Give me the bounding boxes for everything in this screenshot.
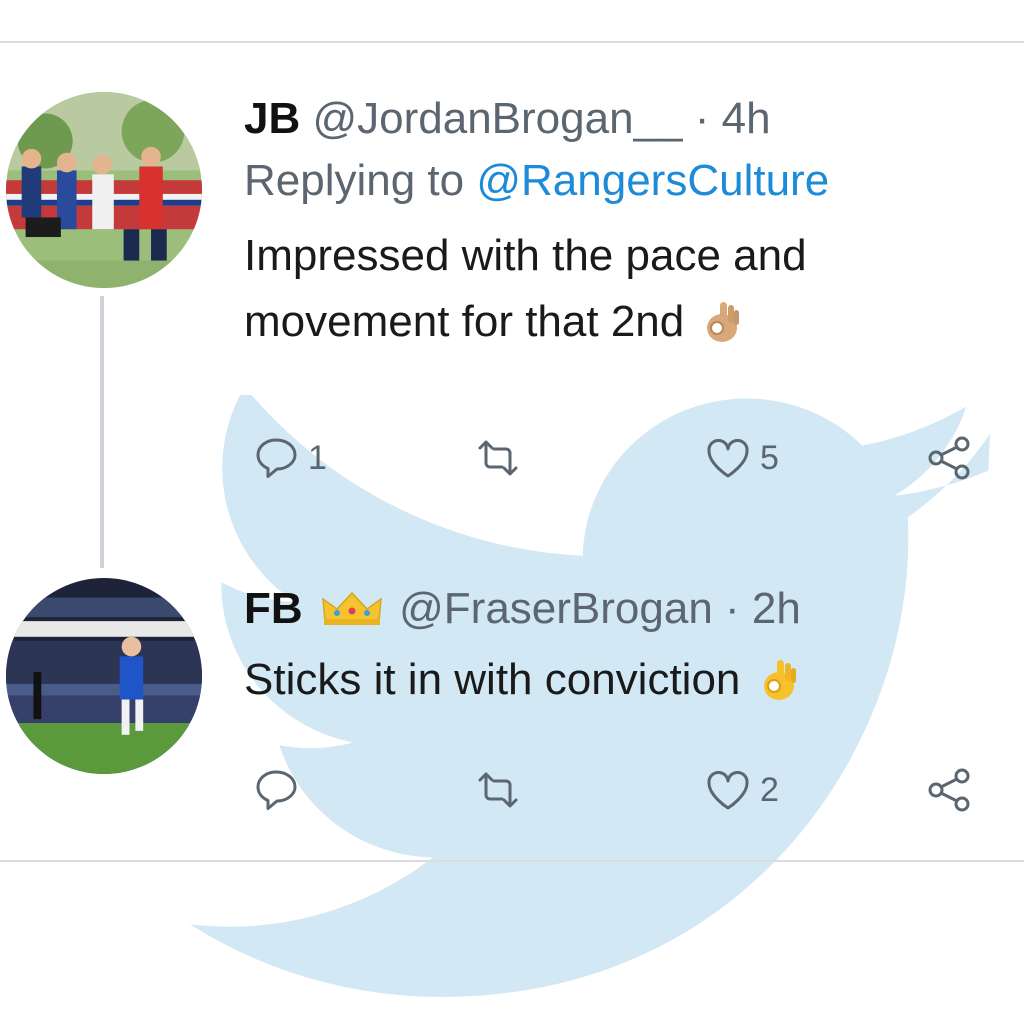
avatar-photo-footballer [6, 578, 202, 774]
tweet-text-container: Impressed with the pace and movement for… [244, 223, 984, 355]
display-name[interactable]: FB [244, 584, 303, 633]
tweet-actions: 1 5 [244, 428, 1004, 488]
timestamp[interactable]: 2h [752, 584, 801, 633]
like-button[interactable]: 2 [702, 760, 779, 820]
share-button[interactable] [924, 760, 976, 820]
tweet-header: FB @FraserBrogan · 2h [244, 583, 984, 635]
replying-prefix: Replying to [244, 156, 477, 205]
reply-button[interactable]: 1 [250, 428, 327, 488]
retweet-icon [478, 772, 518, 808]
retweet-button[interactable] [472, 428, 530, 488]
tweet-actions: 2 [244, 760, 1004, 820]
separator-dot: · [694, 94, 710, 143]
top-divider [0, 41, 1024, 43]
share-icon [928, 768, 970, 812]
tweet-fraser: FB @FraserBrogan · 2h Sticks it in with … [244, 583, 984, 713]
tweet-text: Sticks it in with conviction [244, 655, 741, 704]
reply-count: 1 [308, 438, 327, 477]
tweet-jordan: JB @JordanBrogan__ · 4h Replying to @Ran… [244, 93, 984, 355]
retweet-icon [478, 440, 518, 476]
timestamp[interactable]: 4h [722, 94, 771, 143]
like-count: 5 [760, 438, 779, 477]
user-handle[interactable]: @JordanBrogan__ [312, 94, 682, 143]
retweet-button[interactable] [472, 760, 530, 820]
crown-emoji-icon [321, 591, 382, 625]
avatar-photo-fans [6, 92, 202, 288]
replying-to-mention[interactable]: @RangersCulture [476, 156, 829, 205]
like-count: 2 [760, 770, 779, 809]
avatar-jb[interactable] [6, 92, 202, 288]
ok-hand-emoji-icon [707, 302, 740, 342]
tweet-text-container: Sticks it in with conviction [244, 647, 984, 713]
user-handle[interactable]: @FraserBrogan [399, 584, 713, 633]
share-button[interactable] [924, 428, 976, 488]
tweet-thread-screenshot: JB @JordanBrogan__ · 4h Replying to @Ran… [0, 0, 1024, 1024]
tweet-header: JB @JordanBrogan__ · 4h [244, 93, 984, 145]
thread-connector-line [100, 296, 104, 568]
like-button[interactable]: 5 [702, 428, 779, 488]
avatar-fb[interactable] [6, 578, 202, 774]
reply-icon [256, 438, 297, 478]
reply-button[interactable] [250, 760, 308, 820]
share-icon [928, 436, 970, 480]
separator-dot: · [725, 584, 740, 633]
bottom-divider [0, 860, 1024, 862]
heart-icon [707, 771, 749, 810]
display-name[interactable]: JB [244, 94, 300, 143]
ok-hand-emoji-icon [763, 660, 796, 700]
heart-icon [707, 439, 749, 478]
reply-icon [256, 770, 297, 810]
replying-to-line: Replying to @RangersCulture [244, 155, 984, 207]
